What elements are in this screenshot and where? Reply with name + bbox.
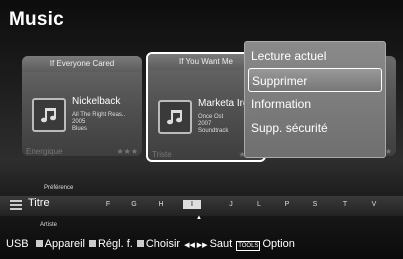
music-browser-screen: Music If Everyone Cared Nickelback All T… [0,0,403,259]
red-key-icon [35,240,43,247]
music-note-icon [32,98,66,132]
letter-f[interactable]: F [102,201,114,208]
device-hint[interactable]: Appareil [35,238,85,250]
option-hint[interactable]: TOOLS Option [236,238,295,251]
bottom-help-bar: USB Appareil Régl. f. Choisir ◀◀ ▶▶ Saut … [6,236,295,252]
choose-hint[interactable]: Choisir [136,238,181,250]
letter-i-selected[interactable]: I [183,200,201,209]
device-label: Appareil [44,238,85,250]
list-icon [10,198,22,210]
green-key-icon [88,240,96,247]
letter-t[interactable]: T [339,201,351,208]
song-genre: Soundtrack [198,128,229,134]
song-album: Once Ost [198,114,224,120]
song-album: All The Right Reas.. [72,112,126,118]
music-note-icon [158,100,192,134]
song-artist: Marketa Irg [198,98,249,109]
song-artist: Nickelback [72,96,121,107]
menu-item-now-playing[interactable]: Lecture actuel [245,44,385,68]
letter-v[interactable]: V [368,201,380,208]
letter-g[interactable]: G [128,201,140,208]
page-title: Music [9,9,64,30]
source-label: USB [6,238,29,250]
rating-stars: ★★★ [116,147,138,156]
skip-arrows-icon: ◀◀ ▶▶ [184,242,208,249]
mood-label: Triste [152,150,172,159]
settings-label: Régl. f. [97,238,133,250]
letter-pointer-icon: ▲ [196,215,202,221]
tools-key-icon: TOOLS [236,240,261,251]
letter-h[interactable]: H [155,201,167,208]
letter-s[interactable]: S [309,201,321,208]
song-card-1[interactable]: If Everyone Cared Nickelback All The Rig… [22,56,142,156]
jump-label: Saut [209,238,233,250]
mood-label: Energique [26,147,63,156]
menu-item-information[interactable]: Information [245,92,385,116]
card-footer-1: Energique ★★★ [22,147,142,161]
settings-hint[interactable]: Régl. f. [88,238,133,250]
option-label: Option [262,237,295,250]
sort-option-above[interactable]: Préférence [44,185,73,191]
yellow-key-icon [136,240,144,247]
song-genre: Blues [72,126,88,132]
letter-j[interactable]: J [225,201,237,208]
letter-l[interactable]: L [253,201,265,208]
sort-option-current[interactable]: Titre [28,197,50,209]
jump-hint[interactable]: ◀◀ ▶▶ Saut [184,238,232,250]
tools-menu: Lecture actuel Supprimer Information Sup… [244,41,386,158]
letter-p[interactable]: P [281,201,293,208]
choose-label: Choisir [145,238,181,250]
menu-item-delete[interactable]: Supprimer [248,68,382,92]
sort-option-below[interactable]: Artiste [40,222,57,228]
song-year: 2005 [72,119,86,125]
menu-item-safe-remove[interactable]: Supp. sécurité [245,116,385,140]
song-year: 2007 [198,121,212,127]
song-title: If Everyone Cared [22,56,142,72]
